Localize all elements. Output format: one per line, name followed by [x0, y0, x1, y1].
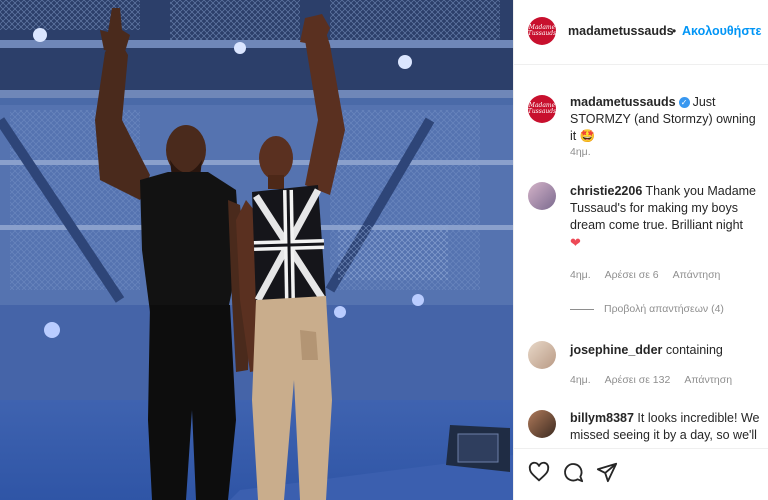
comment-likes[interactable]: Αρέσει σε 132 — [605, 374, 671, 386]
commenter-avatar[interactable] — [528, 410, 556, 438]
reply-button[interactable]: Απάντηση — [673, 269, 721, 281]
commenter-avatar[interactable] — [528, 341, 556, 369]
account-avatar[interactable]: Madame Tussauds — [528, 17, 556, 45]
view-replies-label: Προβολή απαντήσεων (4) — [604, 303, 724, 315]
send-paper-plane-icon[interactable] — [596, 461, 618, 488]
comment-item: josephine_dder containing — [570, 342, 760, 359]
comment-item: billym8387 It looks incredible! We misse… — [570, 410, 760, 444]
commenter-avatar[interactable] — [528, 182, 556, 210]
post-header: Madame Tussauds madametussauds • Ακολουθ… — [514, 0, 768, 65]
heart-outline-icon[interactable] — [528, 461, 550, 488]
caption-time[interactable]: 4ημ. — [570, 146, 591, 158]
post-photo[interactable] — [0, 0, 513, 500]
header-separator: • — [672, 24, 677, 38]
action-bar — [514, 448, 768, 500]
comment-username[interactable]: billym8387 — [570, 411, 634, 425]
comment-time[interactable]: 4ημ. — [570, 374, 591, 386]
comment-meta: 4ημ. Αρέσει σε 6 Απάντηση — [570, 269, 734, 281]
comment-username[interactable]: christie2206 — [570, 184, 642, 198]
comment-bubble-icon[interactable] — [562, 461, 584, 488]
replies-divider — [570, 308, 594, 310]
view-replies-button[interactable]: Προβολή απαντήσεων (4) — [570, 303, 724, 315]
red-heart-icon: ❤ — [570, 235, 581, 250]
post-sidebar: Madame Tussauds madametussauds • Ακολουθ… — [513, 0, 768, 500]
comment-time[interactable]: 4ημ. — [570, 269, 591, 281]
comment-meta: 4ημ. Αρέσει σε 132 Απάντηση — [570, 374, 746, 386]
follow-button[interactable]: Ακολουθήστε — [682, 24, 761, 38]
reply-button[interactable]: Απάντηση — [684, 374, 732, 386]
avatar-logo-text: Madame Tussauds — [528, 24, 556, 37]
photo-scene — [0, 0, 513, 500]
comment-username[interactable]: josephine_dder — [570, 343, 662, 357]
verified-badge-icon: ✓ — [678, 97, 690, 109]
caption-meta: 4ημ. — [570, 146, 605, 158]
caption-avatar[interactable]: Madame Tussauds — [528, 95, 556, 123]
comment-text: containing — [665, 343, 723, 357]
comment-item: christie2206 Thank you Madame Tussaud's … — [570, 183, 760, 252]
caption: madametussauds ✓ Just STORMZY (and Stormzy… — [570, 94, 760, 145]
avatar-logo-text: Madame Tussauds — [528, 102, 556, 115]
caption-username[interactable]: madametussauds — [570, 95, 676, 109]
comment-likes[interactable]: Αρέσει σε 6 — [605, 269, 659, 281]
header-username[interactable]: madametussauds — [568, 24, 674, 38]
